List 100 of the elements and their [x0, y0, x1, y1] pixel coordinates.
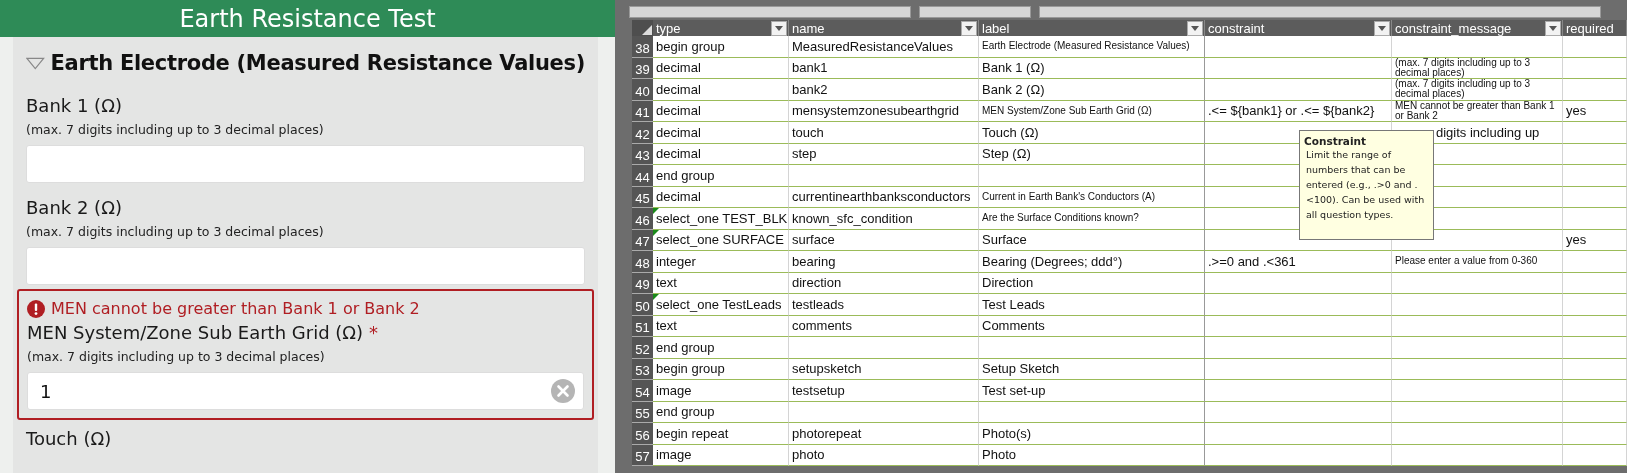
row-number: 55 — [632, 401, 653, 423]
table-cell: Photo(s) — [979, 423, 1205, 445]
field-label: Bank 1 (Ω) — [26, 95, 122, 116]
table-cell: Bearing (Degrees; ddd°) — [979, 251, 1205, 273]
section-title: Earth Electrode (Measured Resistance Values) — [50, 51, 585, 75]
table-cell: Bank 1 (Ω) — [979, 57, 1205, 79]
table-cell: yes — [1563, 100, 1627, 122]
table-cell: surface — [789, 229, 979, 251]
table-cell: end group — [653, 337, 789, 359]
tooltip-title: Constraint — [1304, 135, 1368, 147]
row-number: 44 — [632, 165, 653, 187]
row-number: 40 — [632, 79, 653, 101]
row-number: 48 — [632, 251, 653, 273]
table-cell: Test Leads — [979, 294, 1205, 316]
table-cell: Setup Sketch — [979, 358, 1205, 380]
field-label: Bank 2 (Ω) — [26, 197, 122, 218]
column-header: constraint_message — [1392, 20, 1563, 36]
collapse-icon[interactable] — [26, 56, 45, 70]
table-cell — [1563, 315, 1627, 337]
table-cell: comments — [789, 315, 979, 337]
table-cell: end group — [653, 165, 789, 187]
table-cell: text — [653, 272, 789, 294]
table-cell: touch — [789, 122, 979, 144]
row-number: 45 — [632, 186, 653, 208]
field-hint: (max. 7 digits including up to 3 decimal places) — [26, 224, 325, 239]
table-cell: select_one TEST_BLK — [653, 208, 789, 230]
caret-icon — [775, 25, 783, 31]
table-cell — [1563, 401, 1627, 423]
table-cell: bank2 — [789, 79, 979, 101]
table-cell: .>=0 and .<361 — [1205, 251, 1392, 273]
table-cell: Comments — [979, 315, 1205, 337]
filter-dropdown[interactable] — [771, 20, 787, 36]
triangle-icon — [642, 25, 652, 35]
row-number: 53 — [632, 358, 653, 380]
table-cell: begin group — [653, 358, 789, 380]
table-cell — [1563, 165, 1627, 187]
input-field[interactable]: 1 — [27, 372, 584, 410]
table-cell: step — [789, 143, 979, 165]
filter-dropdown[interactable] — [1374, 20, 1390, 36]
caret-icon — [965, 25, 973, 31]
caret-icon — [1191, 25, 1199, 31]
clear-icon[interactable] — [551, 379, 575, 403]
table-cell — [1563, 79, 1627, 101]
row-number: 43 — [632, 143, 653, 165]
table-cell: MeasuredResistanceValues — [789, 36, 979, 58]
table-cell: Photo — [979, 444, 1205, 466]
row-number: 50 — [632, 294, 653, 316]
table-cell: (max. 7 digits including up to 3 decimal places) — [1392, 79, 1563, 101]
table-cell: photo — [789, 444, 979, 466]
input-field[interactable] — [26, 247, 585, 285]
table-cell: direction — [789, 272, 979, 294]
table-cell — [1563, 57, 1627, 79]
row-number: 49 — [632, 272, 653, 294]
row-number: 46 — [632, 208, 653, 230]
table-cell: end group — [653, 401, 789, 423]
table-cell: currentinearthbanksconductors — [789, 186, 979, 208]
row-number: 47 — [632, 229, 653, 251]
table-cell: testsetup — [789, 380, 979, 402]
column-header: required — [1563, 20, 1627, 36]
table-cell: Current in Earth Bank's Conductors (A) — [979, 186, 1205, 208]
table-cell — [1563, 294, 1627, 316]
row-number: 38 — [632, 36, 653, 58]
table-cell: (max. 7 digits including up to 3 decimal places) — [1392, 57, 1563, 79]
input-field[interactable] — [26, 145, 585, 183]
table-cell — [1563, 358, 1627, 380]
table-cell: Step (Ω) — [979, 143, 1205, 165]
table-cell — [1563, 36, 1627, 58]
table-cell: bank1 — [789, 57, 979, 79]
row-number: 51 — [632, 315, 653, 337]
row-number: 52 — [632, 337, 653, 359]
required-mark: * — [369, 322, 379, 343]
caret-icon — [1378, 25, 1386, 31]
row-number: 57 — [632, 444, 653, 466]
field-label: Touch (Ω) — [26, 428, 113, 449]
table-cell: .<= ${bank1} or .<= ${bank2} — [1205, 100, 1392, 122]
column-header: type — [653, 20, 789, 36]
table-cell: Surface — [979, 229, 1205, 251]
filter-dropdown[interactable] — [1545, 20, 1561, 36]
field-hint: (max. 7 digits including up to 3 decimal places) — [27, 349, 326, 364]
table-cell — [1563, 143, 1627, 165]
table-cell: testleads — [789, 294, 979, 316]
table-cell: setupsketch — [789, 358, 979, 380]
table-cell: decimal — [653, 143, 789, 165]
table-cell — [1563, 251, 1627, 273]
table-cell: Test set-up — [979, 380, 1205, 402]
filter-dropdown[interactable] — [961, 20, 977, 36]
table-cell — [1563, 380, 1627, 402]
tooltip-text: Limit the range of numbers that can be entered (e.g., .>0 and .<100). Can be used with all question types. — [1305, 148, 1426, 222]
table-cell: mensystemzonesubearthgrid — [789, 100, 979, 122]
table-cell: begin repeat — [653, 423, 789, 445]
column-header: label — [979, 20, 1205, 36]
table-cell: yes — [1563, 229, 1627, 251]
form-title: Earth Resistance Test — [0, 0, 615, 37]
table-cell — [1563, 337, 1627, 359]
field-hint: (max. 7 digits including up to 3 decimal places) — [26, 122, 325, 137]
select-all-corner[interactable] — [632, 20, 653, 36]
filter-dropdown[interactable] — [1187, 20, 1203, 36]
caret-icon — [1549, 25, 1557, 31]
table-cell — [1563, 423, 1627, 445]
table-cell: image — [653, 380, 789, 402]
